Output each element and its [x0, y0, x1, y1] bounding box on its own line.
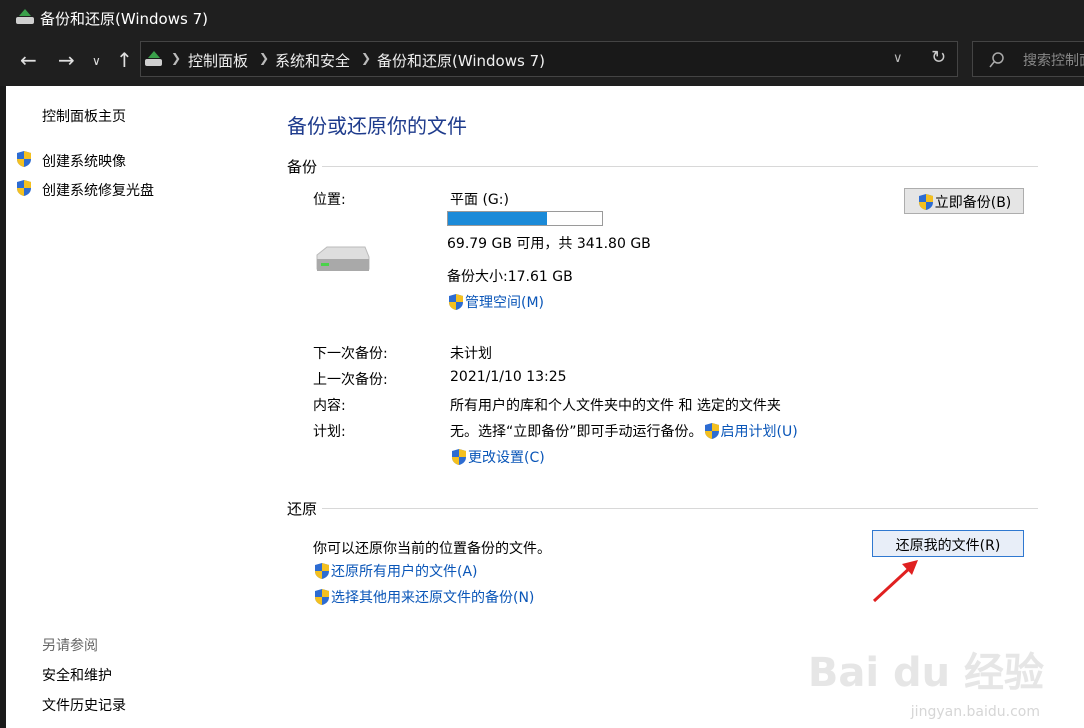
- address-bar[interactable]: ❯ 控制面板 ❯ 系统和安全 ❯ 备份和还原(Windows 7) ∨ ↻: [140, 41, 958, 77]
- location-label: 位置:: [313, 192, 346, 208]
- backup-now-button[interactable]: 立即备份(B): [904, 188, 1024, 214]
- schedule-value-line: 无。选择“立即备份”即可手动运行备份。 启用计划(U): [450, 421, 798, 441]
- restore-description: 你可以还原你当前的位置备份的文件。: [313, 541, 551, 557]
- breadcrumb-system-security[interactable]: 系统和安全: [275, 50, 350, 71]
- restore-all-users-link[interactable]: 还原所有用户的文件(A): [313, 561, 478, 581]
- manage-space-link[interactable]: 管理空间(M): [447, 292, 544, 312]
- recent-locations-chevron-icon[interactable]: ∨: [92, 54, 101, 68]
- search-icon: [989, 52, 1004, 68]
- uac-shield-icon: [452, 449, 466, 465]
- window-title: 备份和还原(Windows 7): [40, 10, 208, 28]
- breadcrumb-backup-restore[interactable]: 备份和还原(Windows 7): [377, 50, 545, 71]
- refresh-icon[interactable]: ↻: [931, 47, 946, 68]
- contents-value: 所有用户的库和个人文件夹中的文件 和 选定的文件夹: [450, 398, 781, 414]
- free-space-text: 69.79 GB 可用，共 341.80 GB: [447, 236, 651, 252]
- enable-schedule-link[interactable]: 启用计划(U): [703, 423, 798, 440]
- navigation-bar: ← → ∨ ↑ ❯ 控制面板 ❯ 系统和安全 ❯ 备份和还原(Windows 7…: [0, 36, 1084, 86]
- next-backup-value: 未计划: [450, 346, 492, 362]
- forward-arrow-icon[interactable]: →: [58, 48, 75, 72]
- sidebar-control-panel-home[interactable]: 控制面板主页: [42, 106, 126, 126]
- manage-space-label: 管理空间(M): [465, 295, 545, 311]
- restore-section-heading: 还原: [287, 500, 318, 518]
- schedule-value: 无。选择“立即备份”即可手动运行备份。: [450, 424, 703, 440]
- divider: [322, 508, 1038, 509]
- uac-shield-icon: [17, 151, 31, 167]
- backup-app-icon: [16, 9, 34, 24]
- search-box[interactable]: 搜索控制面板: [972, 41, 1084, 77]
- drive-usage-bar: [447, 211, 603, 226]
- see-also-heading: 另请参阅: [42, 638, 98, 654]
- page-title: 备份或还原你的文件: [287, 114, 467, 138]
- location-value: 平面 (G:): [450, 192, 509, 208]
- backup-now-label: 立即备份(B): [934, 195, 1012, 211]
- restore-my-files-button[interactable]: 还原我的文件(R): [872, 530, 1024, 557]
- backup-section-heading: 备份: [287, 158, 318, 176]
- sidebar-create-repair-disc[interactable]: 创建系统修复光盘: [42, 180, 154, 200]
- annotation-arrow-icon: [872, 560, 918, 603]
- uac-shield-icon: [918, 194, 933, 210]
- breadcrumb-separator-icon: ❯: [361, 51, 372, 65]
- uac-shield-icon: [315, 563, 329, 579]
- drive-icon: [316, 246, 370, 271]
- uac-shield-icon: [315, 589, 329, 605]
- breadcrumb-control-panel[interactable]: 控制面板: [188, 50, 248, 71]
- uac-shield-icon: [449, 294, 463, 310]
- select-other-backup-label: 选择其他用来还原文件的备份(N): [331, 590, 535, 606]
- baidu-watermark: Bai du 经验: [807, 650, 1044, 696]
- search-placeholder: 搜索控制面板: [1023, 53, 1084, 69]
- breadcrumb-separator-icon: ❯: [259, 51, 270, 65]
- sidebar-file-history[interactable]: 文件历史记录: [42, 695, 126, 715]
- next-backup-label: 下一次备份:: [313, 346, 388, 362]
- drive-usage-fill: [448, 212, 547, 225]
- schedule-label: 计划:: [313, 424, 346, 440]
- left-edge-strip: [0, 86, 6, 728]
- change-settings-label: 更改设置(C): [468, 450, 545, 466]
- uac-shield-icon: [17, 180, 31, 196]
- up-arrow-icon[interactable]: ↑: [116, 48, 133, 72]
- divider: [322, 166, 1038, 167]
- breadcrumb-separator-icon: ❯: [171, 51, 182, 65]
- back-arrow-icon[interactable]: ←: [20, 48, 37, 72]
- contents-label: 内容:: [313, 398, 346, 414]
- baidu-watermark-url: jingyan.baidu.com: [910, 704, 1040, 720]
- change-settings-link[interactable]: 更改设置(C): [450, 447, 545, 467]
- title-bar: 备份和还原(Windows 7): [0, 0, 1084, 36]
- control-panel-icon: [145, 51, 162, 66]
- sidebar-security-maintenance[interactable]: 安全和维护: [42, 665, 112, 685]
- restore-my-files-label: 还原我的文件(R): [895, 538, 1001, 554]
- backup-size-text: 备份大小:17.61 GB: [447, 269, 573, 285]
- last-backup-label: 上一次备份:: [313, 372, 388, 388]
- sidebar-create-system-image[interactable]: 创建系统映像: [42, 151, 126, 171]
- restore-all-users-label: 还原所有用户的文件(A): [331, 564, 478, 580]
- enable-schedule-label: 启用计划(U): [720, 424, 798, 440]
- address-dropdown-chevron-icon[interactable]: ∨: [893, 51, 903, 66]
- last-backup-value: 2021/1/10 13:25: [450, 369, 567, 385]
- select-other-backup-link[interactable]: 选择其他用来还原文件的备份(N): [313, 587, 534, 607]
- uac-shield-icon: [704, 423, 719, 439]
